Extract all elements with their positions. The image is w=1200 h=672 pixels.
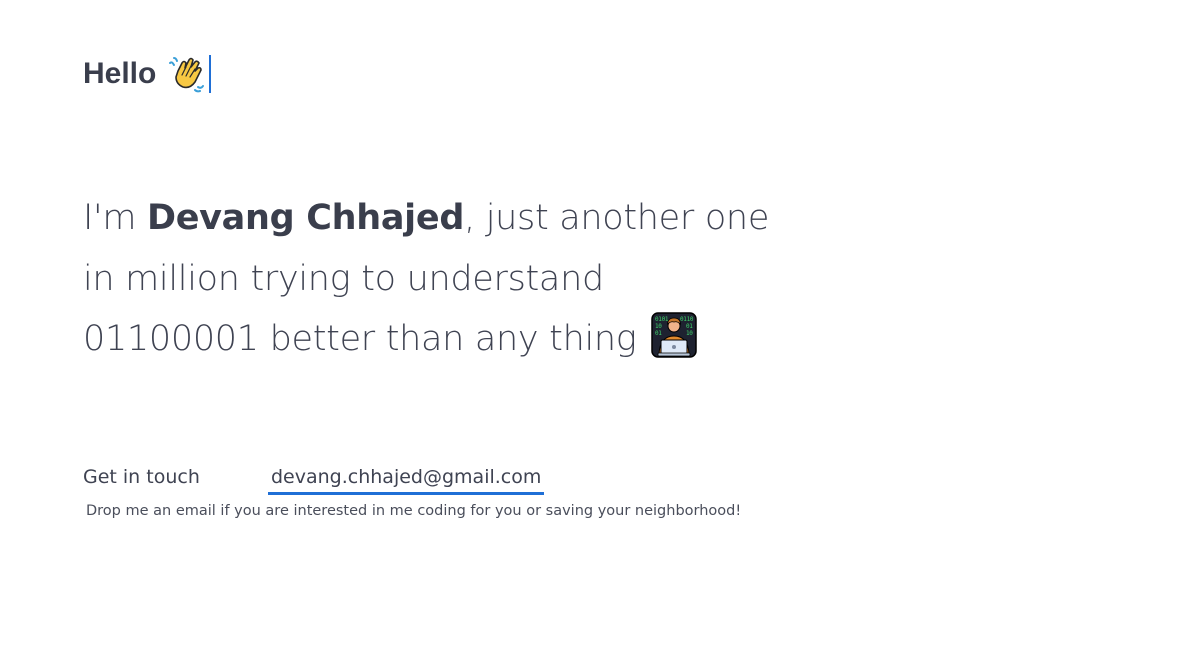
greeting-heading: Hello <box>83 52 212 96</box>
intro-paragraph: I'm Devang Chhajed, just another one in … <box>83 188 803 370</box>
contact-label: Get in touch <box>83 466 200 488</box>
intro-line-1: I'm Devang Chhajed, just another one <box>83 188 803 249</box>
intro-line-3: 01100001 better than any thing 0101 0110… <box>83 309 803 370</box>
page: Hello I'm Devang Chhajed, just another o… <box>0 0 1200 672</box>
svg-text:01: 01 <box>655 330 662 337</box>
contact-section: Get in touch devang.chhajed@gmail.com <box>83 463 545 495</box>
technologist-icon: 0101 0110 10 01 01 10 <box>651 312 698 358</box>
intro-line-2: in million trying to understand <box>83 258 604 299</box>
svg-text:10: 10 <box>686 330 693 337</box>
intro-line-3-text: 01100001 better than any thing <box>83 319 637 359</box>
text-caret <box>209 55 212 93</box>
svg-text:0101: 0101 <box>655 316 669 323</box>
intro-prefix: I'm <box>83 198 147 238</box>
author-name: Devang Chhajed <box>146 198 465 238</box>
waving-hand-icon <box>168 55 206 93</box>
intro-line-1-suffix: , just another one <box>464 198 770 238</box>
svg-text:01: 01 <box>686 323 693 330</box>
email-link[interactable]: devang.chhajed@gmail.com <box>268 463 545 495</box>
greeting-text: Hello <box>83 57 157 90</box>
svg-text:10: 10 <box>655 323 662 330</box>
contact-note: Drop me an email if you are interested i… <box>86 503 742 519</box>
svg-text:0110: 0110 <box>680 316 694 323</box>
